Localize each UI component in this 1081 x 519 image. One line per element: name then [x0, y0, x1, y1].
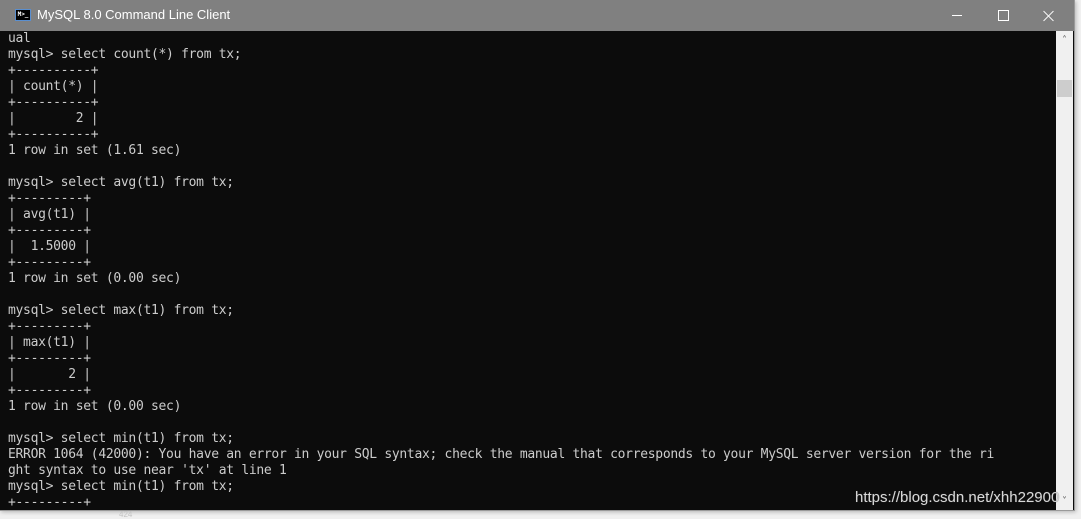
- close-icon: [1043, 10, 1055, 22]
- watermark: https://blog.csdn.net/xhh22900: [855, 489, 1060, 506]
- console-line: 1 row in set (0.00 sec): [8, 399, 182, 414]
- scrollbar-thumb[interactable]: [1057, 80, 1072, 97]
- console-line: +----------+: [8, 127, 99, 142]
- console-line: ght syntax to use near 'tx' at line 1: [8, 463, 287, 478]
- console-line: | 1.5000 |: [8, 239, 91, 254]
- below-window-text: 424: [119, 510, 133, 519]
- console-line: ERROR 1064 (42000): You have an error in…: [8, 447, 994, 462]
- console-line: mysql> select max(t1) from tx;: [8, 303, 234, 318]
- maximize-icon: [997, 10, 1009, 21]
- console-window: M>_ MySQL 8.0 Command Line Client ual mys…: [0, 0, 1075, 511]
- console-line: | max(t1) |: [8, 335, 91, 350]
- console-text: ual mysql> select count(*) from tx; +-----…: [8, 31, 1056, 510]
- console-line: mysql> select min(t1) from tx;: [8, 431, 234, 446]
- console-line: +---------+: [8, 383, 91, 398]
- minimize-button[interactable]: [934, 0, 980, 31]
- close-button[interactable]: [1026, 0, 1072, 31]
- console-line: +----------+: [8, 63, 99, 78]
- console-line: | count(*) |: [8, 79, 99, 94]
- console-output[interactable]: ual mysql> select count(*) from tx; +-----…: [0, 31, 1056, 510]
- console-line: +---------+: [8, 351, 91, 366]
- console-line: +---------+: [8, 191, 91, 206]
- console-line: +---------+: [8, 319, 91, 334]
- console-line: | avg(t1) |: [8, 207, 91, 222]
- console-line: ual: [8, 31, 31, 46]
- scroll-up-arrow-icon[interactable]: ˄: [1056, 31, 1073, 48]
- minimize-icon: [952, 15, 962, 16]
- console-line: +---------+: [8, 223, 91, 238]
- console-line: 1 row in set (1.61 sec): [8, 143, 182, 158]
- console-line: 1 row in set (0.00 sec): [8, 271, 182, 286]
- maximize-button[interactable]: [980, 0, 1026, 31]
- console-line: | 2 |: [8, 367, 91, 382]
- console-line: +----------+: [8, 95, 99, 110]
- console-line: mysql> select avg(t1) from tx;: [8, 175, 234, 190]
- vertical-scrollbar[interactable]: ˄ ˅: [1056, 31, 1073, 510]
- console-line: +---------+: [8, 255, 91, 270]
- console-icon: M>_: [15, 9, 31, 21]
- console-line: mysql> select count(*) from tx;: [8, 47, 242, 62]
- window-title: MySQL 8.0 Command Line Client: [37, 7, 231, 22]
- console-line: | 2 |: [8, 111, 99, 126]
- title-bar[interactable]: M>_ MySQL 8.0 Command Line Client: [0, 0, 1074, 31]
